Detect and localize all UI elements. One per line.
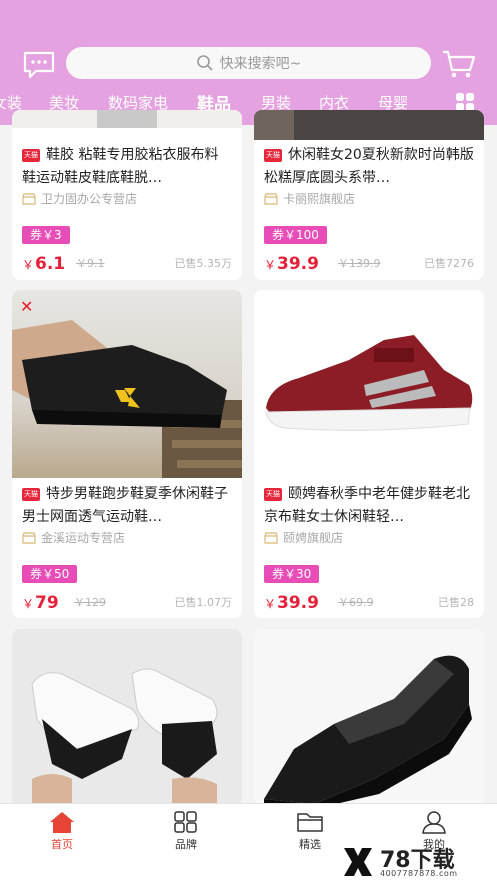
- shop-icon: [22, 531, 36, 544]
- watermark: 78下载 4007787878.com: [340, 842, 490, 882]
- tmall-badge: 天猫: [22, 488, 40, 501]
- original-price: ￥129: [74, 596, 106, 609]
- watermark-url: 4007787878.com: [380, 869, 458, 878]
- shop-name: 颐娉旗舰店: [264, 529, 343, 546]
- tmall-badge: 天猫: [264, 488, 282, 501]
- shop-icon: [264, 192, 278, 205]
- shop-icon: [22, 192, 36, 205]
- product-image: [254, 290, 484, 478]
- product-card[interactable]: 天猫 休闲鞋女20夏秋新款时尚韩版松糕厚底圆头系带… 卡丽熙旗舰店 券￥100 ￥…: [254, 110, 484, 280]
- price: ￥39.9: [264, 593, 319, 613]
- sold-count: 已售28: [438, 596, 474, 609]
- brand-grid-icon: [174, 811, 197, 833]
- price: ￥6.1: [22, 254, 66, 274]
- product-card[interactable]: 天猫 鞋胶 粘鞋专用胶粘衣服布料鞋运动鞋皮鞋底鞋脱… 卫力固办公专营店 券￥3 ￥…: [12, 110, 242, 280]
- price-row: ￥39.9 ￥139.9 已售7276: [264, 250, 474, 274]
- search-icon: [196, 55, 213, 71]
- coupon-badge: 券￥30: [264, 565, 320, 583]
- product-image: [254, 110, 484, 140]
- sold-count: 已售7276: [424, 257, 474, 270]
- shop-icon: [264, 531, 278, 544]
- product-title: 天猫 休闲鞋女20夏秋新款时尚韩版松糕厚底圆头系带…: [264, 147, 474, 186]
- coupon-badge: 券￥3: [22, 226, 70, 244]
- sold-count: 已售1.07万: [174, 596, 233, 609]
- product-card[interactable]: [254, 629, 484, 809]
- search-placeholder: 快来搜索吧~: [219, 56, 302, 72]
- price-row: ￥79 ￥129 已售1.07万: [22, 589, 232, 613]
- watermark-logo-icon: [344, 848, 372, 876]
- tab-label: 精选: [299, 838, 321, 851]
- original-price: ￥69.9: [338, 596, 374, 609]
- tab-brand[interactable]: 品牌: [146, 804, 226, 852]
- coupon-badge: 券￥50: [22, 565, 78, 583]
- coupon-badge: 券￥100: [264, 226, 327, 244]
- sold-count: 已售5.35万: [174, 257, 233, 270]
- svg-text:✕: ✕: [20, 297, 33, 316]
- price-row: ￥6.1 ￥9.1 已售5.35万: [22, 250, 232, 274]
- price: ￥79: [22, 593, 59, 613]
- cart-icon[interactable]: [441, 48, 477, 80]
- message-icon[interactable]: [22, 50, 56, 80]
- tab-home[interactable]: 首页: [22, 804, 102, 852]
- product-image: [12, 629, 242, 809]
- product-title: 天猫 颐娉春秋季中老年健步鞋老北京布鞋女士休闲鞋轻…: [264, 486, 470, 525]
- product-image: [12, 110, 242, 128]
- shop-name: 卡丽熙旗舰店: [264, 190, 355, 207]
- tmall-badge: 天猫: [22, 149, 40, 162]
- product-card[interactable]: 天猫 颐娉春秋季中老年健步鞋老北京布鞋女士休闲鞋轻… 颐娉旗舰店 券￥30 ￥39…: [254, 290, 484, 618]
- shop-name: 金溪运动专营店: [22, 529, 125, 546]
- product-image: ✕: [12, 290, 242, 478]
- tab-featured[interactable]: 精选: [270, 804, 350, 852]
- product-image: [254, 629, 484, 809]
- tmall-badge: 天猫: [264, 149, 282, 162]
- price: ￥39.9: [264, 254, 319, 274]
- shop-name: 卫力固办公专营店: [22, 190, 137, 207]
- product-card[interactable]: [12, 629, 242, 809]
- home-icon: [50, 812, 74, 833]
- price-row: ￥39.9 ￥69.9 已售28: [264, 589, 474, 613]
- search-input[interactable]: 快来搜索吧~: [66, 47, 431, 79]
- tab-label: 首页: [51, 838, 73, 851]
- product-title: 天猫 特步男鞋跑步鞋夏季休闲鞋子男士网面透气运动鞋…: [22, 486, 228, 525]
- user-icon: [422, 811, 446, 834]
- folder-icon: [297, 813, 323, 832]
- top-header: 快来搜索吧~ 女装 美妆 数码家电 鞋品 男装 内衣 母婴: [0, 0, 497, 125]
- category-grid-icon[interactable]: [455, 92, 475, 112]
- product-title: 天猫 鞋胶 粘鞋专用胶粘衣服布料鞋运动鞋皮鞋底鞋脱…: [22, 147, 219, 186]
- tab-label: 品牌: [175, 838, 197, 851]
- original-price: ￥9.1: [76, 257, 105, 270]
- original-price: ￥139.9: [338, 257, 381, 270]
- product-card[interactable]: ✕ 天猫 特步男鞋跑步鞋夏季休闲鞋子男士网面透气运动鞋… 金溪运动专营店 券￥50…: [12, 290, 242, 618]
